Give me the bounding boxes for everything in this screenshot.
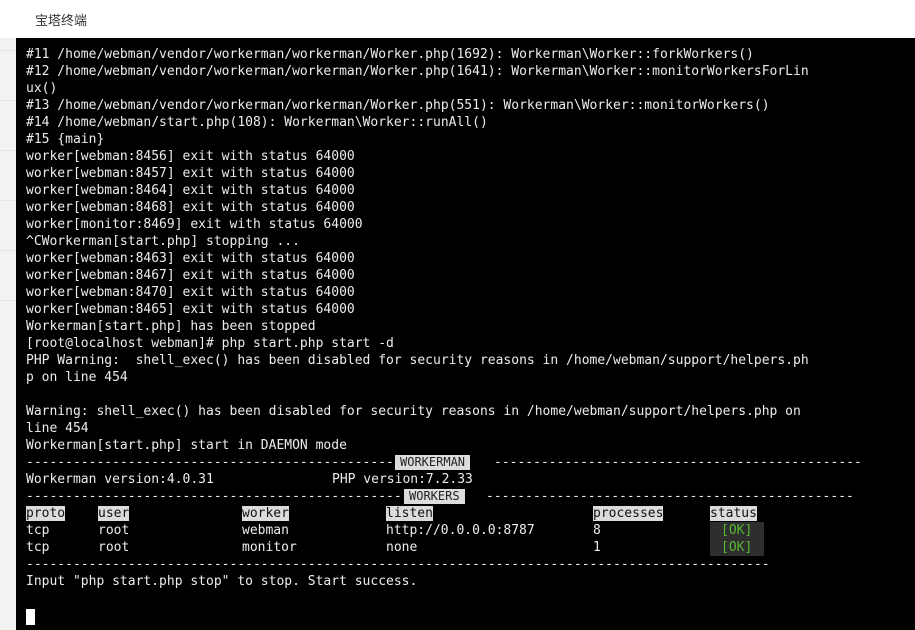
status-ok-text: [OK]: [721, 523, 753, 538]
workerman-version: Workerman version:4.0.31: [26, 472, 214, 487]
status-badge: [OK]: [710, 522, 764, 539]
terminal-line: p on line 454: [26, 370, 128, 385]
terminal-line: worker[webman:8465] exit with status 640…: [26, 302, 355, 317]
panel-divider: [0, 50, 16, 51]
panel-divider: [0, 150, 16, 151]
workerman-separator: ----------------------------------------…: [26, 454, 862, 471]
terminal-line: Workerman[start.php] has been stopped: [26, 319, 316, 334]
separator-dashes: ----------------------------------------…: [26, 557, 770, 572]
terminal-line: #12 /home/webman/vendor/workerman/worker…: [26, 64, 809, 79]
terminal-line: worker[webman:8464] exit with status 640…: [26, 183, 355, 198]
background-panel-edge: [0, 38, 16, 630]
terminal-line: worker[webman:8456] exit with status 640…: [26, 149, 355, 164]
panel-divider: [0, 200, 16, 201]
panel-divider: [0, 100, 16, 101]
column-header-status: status: [710, 506, 757, 521]
terminal-line: ux(): [26, 81, 58, 96]
cell-listen: none: [386, 540, 418, 555]
version-row: Workerman version:4.0.31 PHP version:7.2…: [26, 471, 809, 488]
separator-dashes: ----------------------------------------…: [26, 489, 402, 504]
separator-dashes: ----------------------------------------…: [486, 489, 854, 504]
separator-dashes: ----------------------------------------…: [494, 455, 862, 470]
cell-user: root: [98, 523, 130, 538]
table-row: tcp root monitor none 1 [OK]: [26, 539, 809, 556]
separator-dashes: ----------------------------------------…: [26, 455, 394, 470]
workers-label: WORKERS: [404, 489, 465, 504]
terminal-output: #11 /home/webman/vendor/workerman/worker…: [26, 46, 862, 590]
terminal-line: worker[webman:8467] exit with status 640…: [26, 268, 355, 283]
workers-table-header: proto user worker listen processes statu…: [26, 505, 809, 522]
terminal-line: #11 /home/webman/vendor/workerman/worker…: [26, 47, 754, 62]
terminal-line: worker[webman:8470] exit with status 640…: [26, 285, 355, 300]
cell-proto: tcp: [26, 523, 50, 538]
cell-worker: webman: [242, 523, 289, 538]
terminal-line: PHP Warning: shell_exec() has been disab…: [26, 353, 809, 368]
terminal-line: worker[monitor:8469] exit with status 64…: [26, 217, 363, 232]
cell-worker: monitor: [242, 540, 297, 555]
column-header-worker: worker: [242, 506, 289, 521]
terminal-line: Workerman[start.php] start in DAEMON mod…: [26, 438, 347, 453]
terminal-line: #15 {main}: [26, 132, 105, 147]
window-header: 宝塔终端: [0, 0, 915, 38]
php-version: PHP version:7.2.33: [332, 472, 473, 487]
cell-user: root: [98, 540, 130, 555]
terminal-line: line 454: [26, 421, 89, 436]
terminal-line: worker[webman:8457] exit with status 640…: [26, 166, 355, 181]
text-cursor: [26, 609, 35, 625]
table-row: tcp root webman http://0.0.0.0:8787 8 [O…: [26, 522, 809, 539]
terminal-screen[interactable]: #11 /home/webman/vendor/workerman/worker…: [16, 38, 915, 630]
cell-processes: 8: [593, 523, 601, 538]
column-header-listen: listen: [386, 506, 433, 521]
status-badge: [OK]: [710, 539, 764, 556]
terminal-line: worker[webman:8468] exit with status 640…: [26, 200, 355, 215]
workers-separator: ----------------------------------------…: [26, 488, 854, 505]
terminal-line: [root@localhost webman]# php start.php s…: [26, 336, 394, 351]
terminal-line: worker[webman:8463] exit with status 640…: [26, 251, 355, 266]
terminal-line: ^CWorkerman[start.php] stopping ...: [26, 234, 300, 249]
workerman-label: WORKERMAN: [395, 455, 471, 470]
terminal-line: #14 /home/webman/start.php(108): Workerm…: [26, 115, 488, 130]
column-header-user: user: [98, 506, 130, 521]
column-header-processes: processes: [593, 506, 664, 521]
cell-proto: tcp: [26, 540, 50, 555]
terminal-line: #13 /home/webman/vendor/workerman/worker…: [26, 98, 770, 113]
end-separator: ----------------------------------------…: [26, 556, 809, 573]
success-message: Input "php start.php stop" to stop. Star…: [26, 574, 418, 589]
status-ok-text: [OK]: [721, 540, 753, 555]
column-header-proto: proto: [26, 506, 66, 521]
panel-divider: [0, 300, 16, 301]
terminal-line: Warning: shell_exec() has been disabled …: [26, 404, 801, 419]
cell-processes: 1: [593, 540, 601, 555]
cell-listen: http://0.0.0.0:8787: [386, 523, 535, 538]
panel-divider: [0, 250, 16, 251]
window-title: 宝塔终端: [35, 14, 88, 29]
